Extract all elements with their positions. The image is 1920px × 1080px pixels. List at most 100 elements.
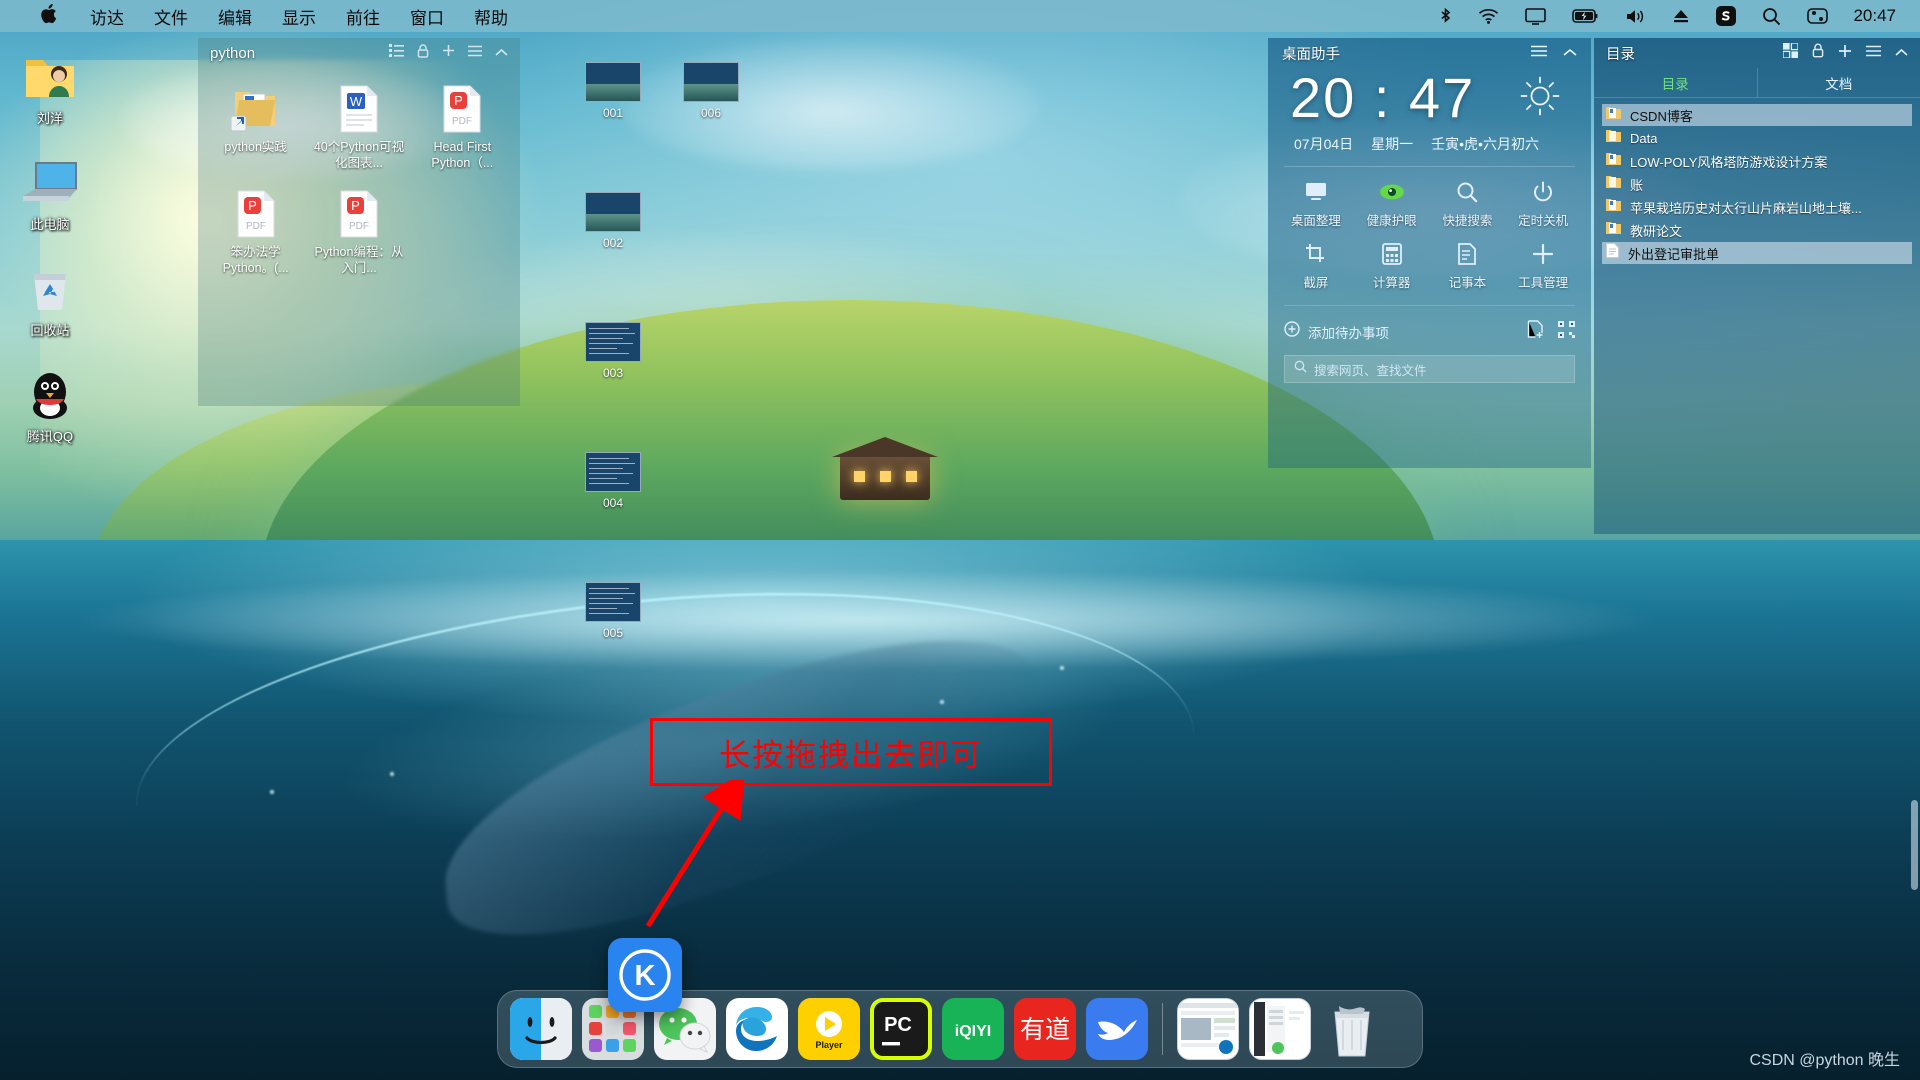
dock-item-pycharm[interactable]: PC <box>870 998 932 1060</box>
assistant-tool-label: 快捷搜索 <box>1442 214 1493 228</box>
assistant-search-box[interactable]: 搜索网页、查找文件 <box>1284 355 1575 383</box>
dock-item-finder[interactable] <box>510 998 572 1060</box>
desktop-file[interactable]: 006 <box>675 62 747 120</box>
collapse-icon[interactable] <box>495 44 508 62</box>
folder-item[interactable]: P PDF 笨办法学Python。(... <box>204 187 307 276</box>
assistant-tool-grid: 桌面整理 健康护眼 快捷搜索 定时关机 截屏 计算器 记事本 工具管理 <box>1268 167 1591 291</box>
qrcode-icon[interactable] <box>1558 320 1575 343</box>
folder-item[interactable]: W 40个Python可视化图表... <box>307 82 410 171</box>
desktop-scrollbar[interactable] <box>1911 800 1918 890</box>
apple-logo-icon[interactable] <box>22 4 75 28</box>
desktop-file-name: 004 <box>602 496 624 510</box>
python-folder-window: python python实践 W 40个Python可视化图表... P PD… <box>198 38 520 406</box>
dock-item-bird[interactable] <box>1086 998 1148 1060</box>
assistant-tool-screenshot[interactable]: 截屏 <box>1278 241 1354 291</box>
menu-item-file[interactable]: 文件 <box>139 4 203 29</box>
list-item[interactable]: 教研论文 <box>1602 219 1912 241</box>
desktop-file[interactable]: 003 <box>577 322 649 380</box>
annotation-arrow <box>645 780 746 928</box>
dock-item-iqiyi[interactable]: iQIYI <box>942 998 1004 1060</box>
desktop-file[interactable]: 005 <box>577 582 649 640</box>
menu-item-window[interactable]: 窗口 <box>395 4 459 29</box>
dock-item-player[interactable]: Player <box>798 998 860 1060</box>
assistant-tool-notepad[interactable]: 记事本 <box>1430 241 1506 291</box>
menu-item-help[interactable]: 帮助 <box>459 4 523 29</box>
volume-icon[interactable] <box>1612 8 1659 25</box>
eject-icon[interactable] <box>1659 8 1703 24</box>
grid-icon[interactable] <box>1782 42 1799 63</box>
control-center-icon[interactable] <box>1794 8 1841 24</box>
list-item[interactable]: 账 <box>1602 173 1912 195</box>
collapse-icon[interactable] <box>1895 44 1908 62</box>
lock-icon[interactable] <box>1812 43 1824 63</box>
menu-item-go[interactable]: 前往 <box>331 4 395 29</box>
plus-icon[interactable] <box>1838 44 1852 63</box>
menu-bar: 访达 文件 编辑 显示 前往 窗口 帮助 20:47 <box>0 0 1920 32</box>
assistant-tool-eye-care[interactable]: 健康护眼 <box>1354 179 1430 229</box>
desktop-file[interactable]: 002 <box>577 192 649 250</box>
list-item[interactable]: LOW-POLY风格塔防游戏设计方案 <box>1602 150 1912 172</box>
desktop-icon-computer[interactable]: 此电脑 <box>4 152 96 233</box>
assistant-tool-calculator[interactable]: 计算器 <box>1354 241 1430 291</box>
plus-icon[interactable] <box>442 44 455 62</box>
note-add-icon[interactable] <box>1527 320 1544 343</box>
folder-item-name: 笨办法学Python。(... <box>222 245 289 275</box>
assistant-weekday: 星期一 <box>1371 136 1414 152</box>
assistant-tool-quick-search[interactable]: 快捷搜索 <box>1430 179 1506 229</box>
menu-icon[interactable] <box>468 44 482 62</box>
battery-icon[interactable] <box>1559 9 1612 23</box>
tab-directory[interactable]: 目录 <box>1594 68 1757 97</box>
desktop-file-name: 003 <box>602 366 624 380</box>
desktop-icon-label: 腾讯QQ <box>26 429 74 444</box>
dock-item-trash[interactable] <box>1321 998 1383 1060</box>
list-item[interactable]: CSDN博客 <box>1602 104 1912 126</box>
list-item[interactable]: 外出登记审批单 <box>1602 242 1912 264</box>
folder-item[interactable]: python实践 <box>204 82 307 171</box>
folder-item[interactable]: P PDF Python编程：从入门... <box>307 187 410 276</box>
desktop-icon-user-folder[interactable]: 刘洋 <box>4 46 96 127</box>
desktop-file[interactable]: 001 <box>577 62 649 120</box>
search-icon[interactable] <box>1749 7 1794 26</box>
menu-item-finder[interactable]: 访达 <box>75 4 139 29</box>
sun-icon[interactable] <box>1519 75 1561 122</box>
assistant-tool-desktop-tidy[interactable]: 桌面整理 <box>1278 179 1354 229</box>
menu-item-edit[interactable]: 编辑 <box>203 4 267 29</box>
menu-item-view[interactable]: 显示 <box>267 4 331 29</box>
list-item[interactable]: Data <box>1602 127 1912 149</box>
dock-minimized-edge-window[interactable] <box>1177 998 1239 1060</box>
list-item[interactable]: 苹果栽培历史对太行山片麻岩山地土壤... <box>1602 196 1912 218</box>
kingsoft-k-icon: K <box>619 949 671 1001</box>
menu-icon[interactable] <box>1866 44 1881 62</box>
wifi-icon[interactable] <box>1465 8 1512 24</box>
calculator-icon <box>1354 241 1430 267</box>
tab-documents[interactable]: 文档 <box>1756 68 1920 97</box>
collapse-icon[interactable] <box>1563 44 1577 62</box>
desktop-icon-qq[interactable]: 腾讯QQ <box>4 364 96 445</box>
assistant-tool-label: 记事本 <box>1448 276 1487 290</box>
display-icon[interactable] <box>1512 7 1559 25</box>
folder-item[interactable]: P PDF Head First Python（... <box>411 82 514 171</box>
sogou-input-icon[interactable] <box>1703 6 1749 26</box>
dock-item-edge[interactable] <box>726 998 788 1060</box>
desktop-icon-recycle-bin[interactable]: 回收站 <box>4 258 96 339</box>
dock-item-youdao[interactable]: 有道 <box>1014 998 1076 1060</box>
desktop-icon-label: 此电脑 <box>30 217 70 232</box>
desktop-file[interactable]: 004 <box>577 452 649 510</box>
assistant-tool-manage[interactable]: 工具管理 <box>1505 241 1581 291</box>
list-item-label: 苹果栽培历史对太行山片麻岩山地土壤... <box>1630 200 1862 216</box>
folder-item-name: python实践 <box>224 140 287 154</box>
dock-divider <box>1162 1003 1163 1055</box>
qq-penguin-icon <box>4 364 96 420</box>
list-view-icon[interactable] <box>389 44 404 62</box>
dock-minimized-wechat-window[interactable] <box>1249 998 1311 1060</box>
annotation-text: 长按拖拽出去即可 <box>719 737 983 773</box>
lock-icon[interactable] <box>417 43 429 63</box>
document-thumbnail <box>585 452 641 492</box>
assistant-add-todo[interactable]: 添加待办事项 <box>1268 306 1591 343</box>
menubar-clock[interactable]: 20:47 <box>1841 6 1896 26</box>
menu-icon[interactable] <box>1531 44 1547 62</box>
assistant-tool-scheduled-shutdown[interactable]: 定时关机 <box>1505 179 1581 229</box>
dragged-app-icon[interactable]: K <box>608 938 682 1012</box>
bluetooth-icon[interactable] <box>1426 7 1465 26</box>
folder-item-name: Python编程：从入门... <box>314 245 404 275</box>
